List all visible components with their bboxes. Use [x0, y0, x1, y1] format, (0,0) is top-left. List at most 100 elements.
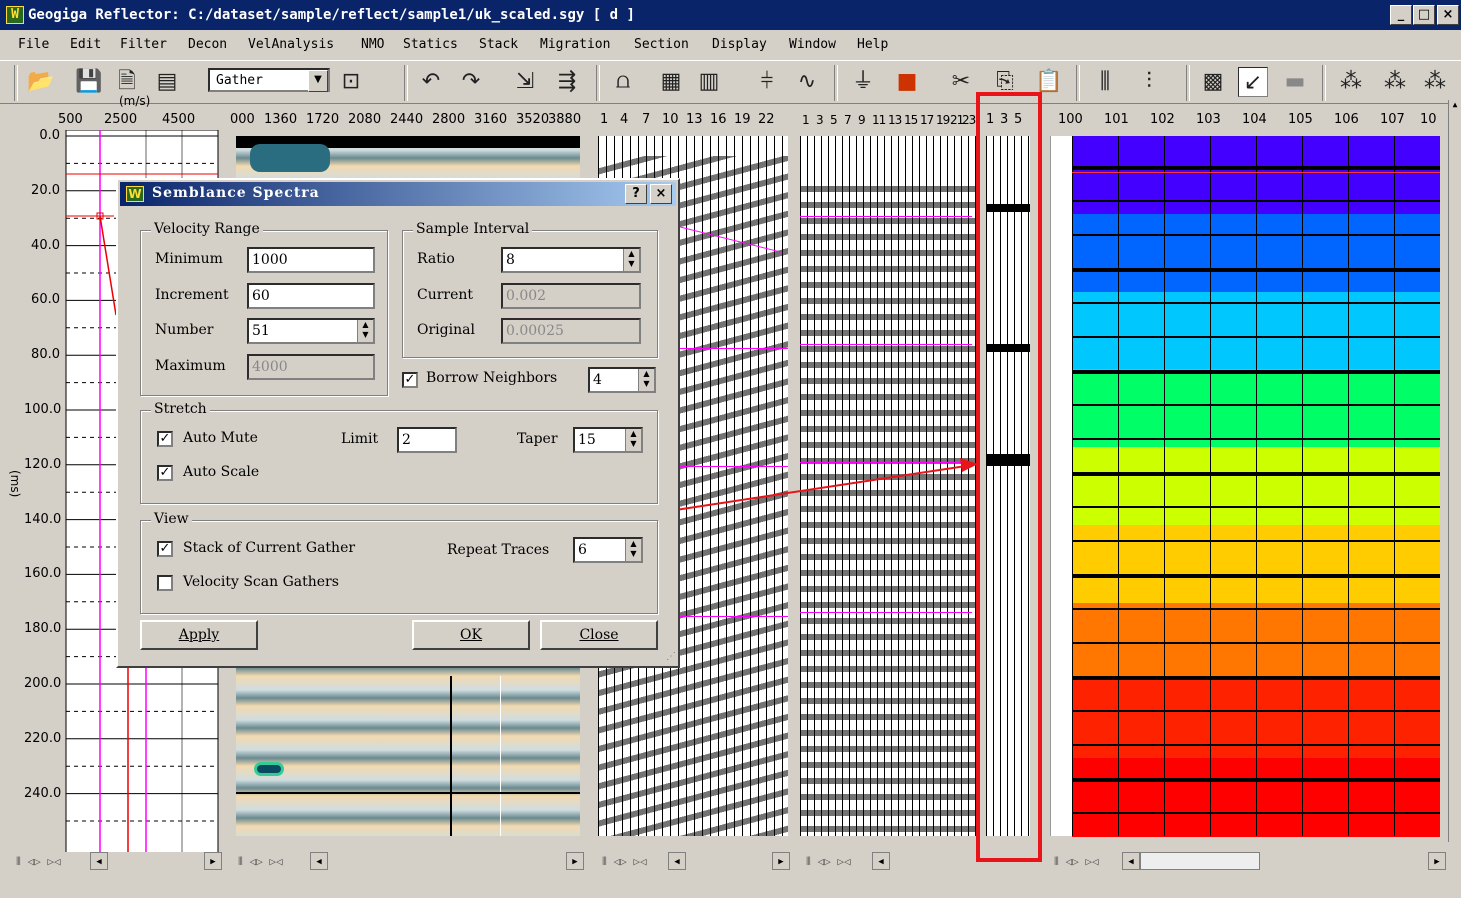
menu-migration[interactable]: Migration [540, 37, 610, 52]
x-tick: 2800 [432, 112, 466, 127]
menu-nmo[interactable]: NMO [361, 37, 384, 52]
pick-icon[interactable]: ⇲ [510, 67, 540, 97]
menu-help[interactable]: Help [857, 37, 888, 52]
velocity-scrollbar[interactable]: ⦀ ◁▷ ▷◁ ◀ ▶ [4, 852, 222, 872]
nmo-scrollbar[interactable]: ⦀ ◁▷ ▷◁ ◀ [800, 852, 976, 872]
x-tick: 103 [1196, 112, 1221, 127]
ratio-input[interactable]: 8 ▲ ▼ [501, 247, 641, 273]
borrow-neighbors-input[interactable]: 4 ▲ ▼ [588, 367, 656, 393]
number-value: 51 [252, 323, 270, 339]
section-event [1072, 336, 1440, 338]
x-tick: 3880 [548, 112, 582, 127]
close-dialog-button[interactable]: Close [540, 620, 658, 650]
stretch-group: Stretch ✓ Auto Mute Limit 2 Taper 15 ▲ ▼ … [140, 401, 658, 504]
menu-file[interactable]: File [18, 37, 49, 52]
limit-input[interactable]: 2 [397, 427, 457, 453]
increment-input[interactable]: 60 [247, 283, 375, 309]
pattern-icon[interactable]: ▩ [1198, 67, 1228, 97]
filter-icon[interactable]: ⇶ [552, 67, 582, 97]
select-arrow-icon[interactable]: ⊡ [336, 67, 366, 97]
nmo-traces[interactable] [800, 136, 976, 836]
resize-grip-icon[interactable]: ⋰ [662, 650, 676, 664]
add-icon[interactable]: ⫶ [1134, 67, 1164, 97]
borrow-neighbors-spinner[interactable]: ▲ ▼ [638, 369, 654, 391]
close-button[interactable]: × [1437, 5, 1459, 25]
increment-label: Increment [155, 287, 229, 303]
minimum-input[interactable]: 1000 [247, 247, 375, 273]
section-event [1072, 302, 1440, 304]
menu-section[interactable]: Section [634, 37, 689, 52]
ok-button[interactable]: OK [412, 620, 530, 650]
x-tick: 23 [962, 113, 976, 127]
image-icon[interactable]: ▤ [152, 67, 182, 97]
x-tick: 1360 [264, 112, 298, 127]
save-all-icon[interactable]: 🗎 [112, 67, 142, 97]
save-icon[interactable]: 💾 [74, 67, 104, 97]
number-spinner[interactable]: ▲ ▼ [357, 320, 373, 342]
open-folder-icon[interactable]: 📂 [26, 67, 56, 97]
menu-window[interactable]: Window [789, 37, 836, 52]
nmo-pick-line [800, 344, 972, 345]
ratio-spinner[interactable]: ▲ ▼ [623, 249, 639, 271]
apply-button[interactable]: Apply [140, 620, 258, 650]
arrow-icon[interactable]: ↙ [1238, 67, 1268, 97]
fk-icon[interactable]: ▦ [656, 67, 686, 97]
toolbar-separator [834, 65, 838, 101]
redo-icon[interactable]: ↷ [456, 67, 486, 97]
section-event [1072, 574, 1440, 578]
repeat-traces-spinner[interactable]: ▲ ▼ [625, 539, 641, 561]
semblance-spectra-dialog: W Semblance Spectra ? × Velocity Range M… [116, 178, 680, 668]
x-tick: 3520 [516, 112, 550, 127]
x-tick: 2080 [348, 112, 382, 127]
vertical-scrollbar[interactable]: ▲ [1448, 100, 1461, 842]
menu-stack[interactable]: Stack [479, 37, 518, 52]
chevron-down-icon[interactable]: ▼ [308, 70, 328, 92]
time-marker [1072, 172, 1440, 173]
help-button[interactable]: ? [625, 184, 647, 204]
spectrum-icon[interactable]: ⩍ [608, 67, 638, 97]
y-tick: 100.0 [24, 402, 62, 417]
section-display[interactable] [1072, 136, 1440, 837]
taper-spinner[interactable]: ▲ ▼ [625, 429, 641, 451]
x-tick: 100 [1058, 112, 1083, 127]
palette-icon[interactable]: ■ [892, 67, 922, 97]
stack-icon[interactable]: ⁂ [1336, 67, 1366, 97]
stack-current-gather-checkbox[interactable]: ✓ [157, 541, 173, 557]
nmo-pick-line [800, 612, 972, 613]
menu-velanalysis[interactable]: VelAnalysis [248, 37, 334, 52]
auto-scale-checkbox[interactable]: ✓ [157, 465, 173, 481]
semblance-scrollbar[interactable]: ⦀ ◁▷ ▷◁ ◀ ▶ [230, 852, 586, 872]
auto-mute-checkbox[interactable]: ✓ [157, 431, 173, 447]
minimum-label: Minimum [155, 251, 223, 267]
repeat-traces-input[interactable]: 6 ▲ ▼ [573, 537, 643, 563]
stack-icon[interactable]: ⁂ [1420, 67, 1450, 97]
undo-icon[interactable]: ↶ [416, 67, 446, 97]
stack-icon[interactable]: ⁂ [1380, 67, 1410, 97]
scroll-thumb[interactable] [1140, 852, 1260, 870]
original-input: 0.00025 [501, 318, 641, 344]
section-trace [1348, 136, 1349, 836]
menu-display[interactable]: Display [712, 37, 767, 52]
gray-icon[interactable]: ▬ [1280, 67, 1310, 97]
velocity-scan-checkbox[interactable] [157, 575, 173, 591]
menu-decon[interactable]: Decon [188, 37, 227, 52]
menu-filter[interactable]: Filter [120, 37, 167, 52]
color-icon[interactable]: ⏚ [848, 67, 878, 97]
maximize-button[interactable]: □ [1413, 5, 1435, 25]
dialog-close-icon[interactable]: × [650, 184, 672, 204]
section-scrollbar[interactable]: ⦀ ◁▷ ▷◁ ◀ ▶ [1048, 852, 1448, 872]
section-event [1072, 676, 1440, 680]
cut-icon[interactable]: ✂ [946, 67, 976, 97]
velocity-icon[interactable]: ∿ [792, 67, 822, 97]
gather-select[interactable]: Gather ▼ [208, 68, 330, 92]
minimize-button[interactable]: _ [1390, 5, 1412, 25]
borrow-neighbors-checkbox[interactable]: ✓ [402, 372, 418, 388]
mute-icon[interactable]: ⫼ [1090, 67, 1120, 97]
number-input[interactable]: 51 ▲ ▼ [247, 318, 375, 344]
gather-scrollbar[interactable]: ⦀ ◁▷ ▷◁ ◀ ▶ [596, 852, 792, 872]
trace-icon[interactable]: ▥ [694, 67, 724, 97]
menu-statics[interactable]: Statics [403, 37, 458, 52]
menu-edit[interactable]: Edit [70, 37, 101, 52]
taper-input[interactable]: 15 ▲ ▼ [573, 427, 643, 453]
wiggle-icon[interactable]: ⫩ [752, 67, 782, 97]
